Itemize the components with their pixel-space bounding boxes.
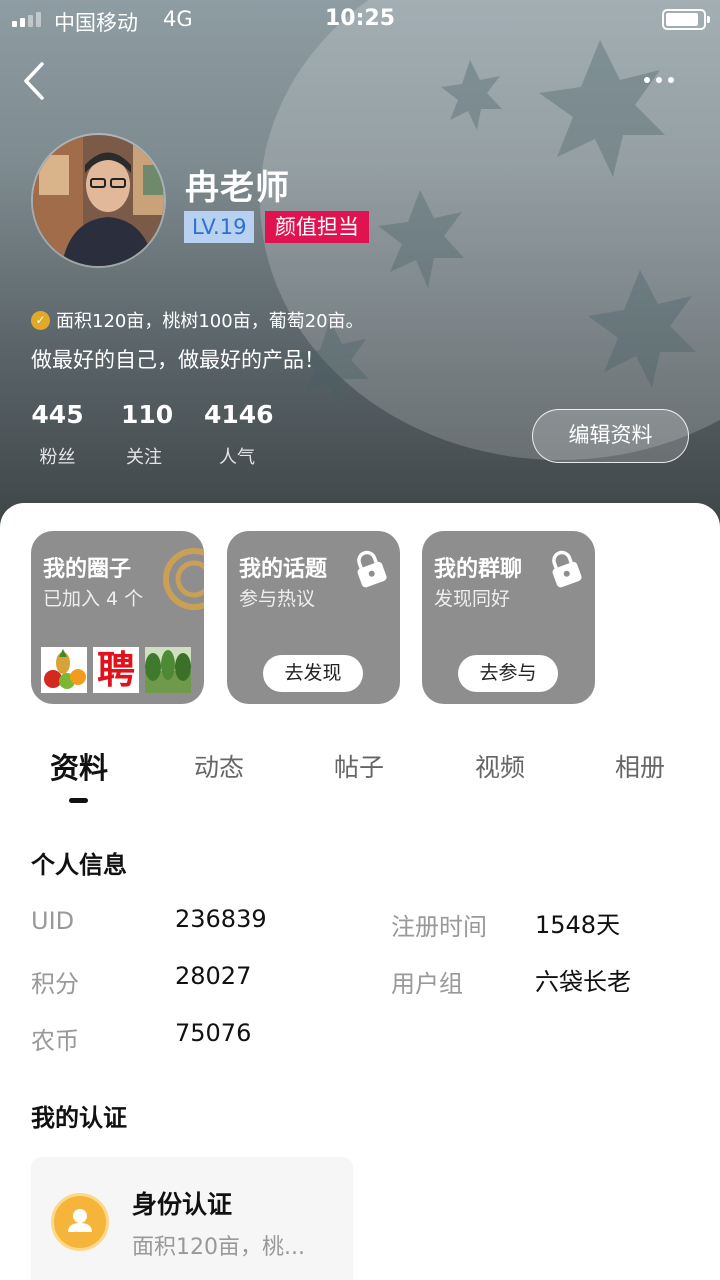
title-badge: 颜值担当: [265, 211, 369, 243]
battery-icon: [662, 9, 710, 30]
clock: 10:25: [324, 6, 396, 31]
join-button[interactable]: 去参与: [458, 655, 558, 692]
registration-value: 1548天: [535, 911, 621, 939]
uid-value: 236839: [175, 905, 267, 933]
stat-label: 关注: [126, 447, 162, 468]
stat-value: 445: [31, 400, 84, 429]
farm-info-text: 面积120亩，桃树100亩，葡萄20亩。: [56, 311, 364, 332]
dot-icon: [644, 77, 650, 83]
user-group-value: 六袋长老: [535, 968, 631, 996]
stat-following[interactable]: 110 关注: [121, 400, 174, 469]
more-options-button[interactable]: [644, 68, 684, 92]
username: 冉老师: [185, 168, 290, 208]
avatar-photo: [33, 135, 164, 266]
my-topics-card[interactable]: 我的话题 参与热议 去发现: [227, 531, 400, 704]
tab-posts[interactable]: 帖子: [304, 748, 414, 784]
profile-tabs: 资料 动态 帖子 视频 相册: [0, 748, 720, 808]
my-circles-card[interactable]: 我的圈子 已加入 4 个 聘: [31, 531, 204, 704]
tab-profile[interactable]: 资料: [24, 745, 134, 787]
level-badge: LV.19: [184, 211, 255, 243]
discover-button[interactable]: 去发现: [263, 655, 363, 692]
recruit-thumbnail[interactable]: 聘: [93, 647, 139, 693]
chevron-left-icon: [24, 62, 44, 100]
card-subtitle: 参与热议: [239, 588, 316, 610]
tab-activity[interactable]: 动态: [164, 748, 274, 784]
circle-thumbnails: 聘: [41, 647, 191, 693]
stat-value: 4146: [204, 400, 274, 429]
card-subtitle: 已加入 4 个: [43, 588, 144, 610]
cert-title: 身份认证: [132, 1190, 233, 1219]
verified-icon: ✓: [31, 310, 50, 330]
cert-description: 面积120亩，桃...: [132, 1235, 305, 1260]
stat-popularity[interactable]: 4146 人气: [204, 400, 274, 469]
card-title: 我的群聊: [434, 557, 523, 582]
card-title: 我的圈子: [43, 557, 132, 582]
stat-label: 粉丝: [39, 447, 76, 468]
coins-label: 农币: [31, 1027, 79, 1055]
farm-info: ✓ 面积120亩，桃树100亩，葡萄20亩。: [31, 307, 364, 333]
registration-label: 注册时间: [391, 913, 487, 941]
status-bar: 中国移动 4G 10:25: [0, 0, 720, 40]
bio: 做最好的自己，做最好的产品！: [31, 348, 325, 372]
avatar[interactable]: [31, 133, 166, 268]
my-group-chats-card[interactable]: 我的群聊 发现同好 去参与: [422, 531, 595, 704]
stat-label: 人气: [219, 447, 255, 468]
identity-cert-card[interactable]: 身份认证 面积120亩，桃...: [31, 1157, 353, 1280]
back-button[interactable]: [18, 58, 58, 104]
user-group-label: 用户组: [391, 970, 463, 998]
card-subtitle: 发现同好: [434, 588, 511, 610]
spiral-icon: [163, 548, 204, 610]
personal-info-title: 个人信息: [31, 851, 127, 879]
points-value: 28027: [175, 962, 252, 990]
certification-title: 我的认证: [31, 1104, 127, 1132]
tab-videos[interactable]: 视频: [445, 748, 555, 784]
fruit-thumbnail[interactable]: [41, 647, 87, 693]
lock-icon: [552, 550, 582, 588]
profile-header: 中国移动 4G 10:25 冉老师 LV.19 颜值担当 ✓ 面积120亩，桃树…: [0, 0, 720, 540]
user-icon: [51, 1193, 109, 1251]
recruit-text: 聘: [96, 648, 135, 692]
stat-value: 110: [121, 400, 174, 429]
card-title: 我的话题: [239, 557, 328, 582]
tab-indicator: [69, 798, 88, 803]
tab-album[interactable]: 相册: [585, 748, 695, 784]
points-label: 积分: [31, 970, 79, 998]
uid-label: UID: [31, 907, 75, 935]
coins-value: 75076: [175, 1019, 252, 1047]
lock-icon: [357, 550, 387, 588]
stat-fans[interactable]: 445 粉丝: [31, 400, 84, 469]
orchard-thumbnail[interactable]: [145, 647, 191, 693]
edit-profile-button[interactable]: 编辑资料: [532, 409, 689, 463]
dot-icon: [656, 77, 662, 83]
dot-icon: [668, 77, 674, 83]
